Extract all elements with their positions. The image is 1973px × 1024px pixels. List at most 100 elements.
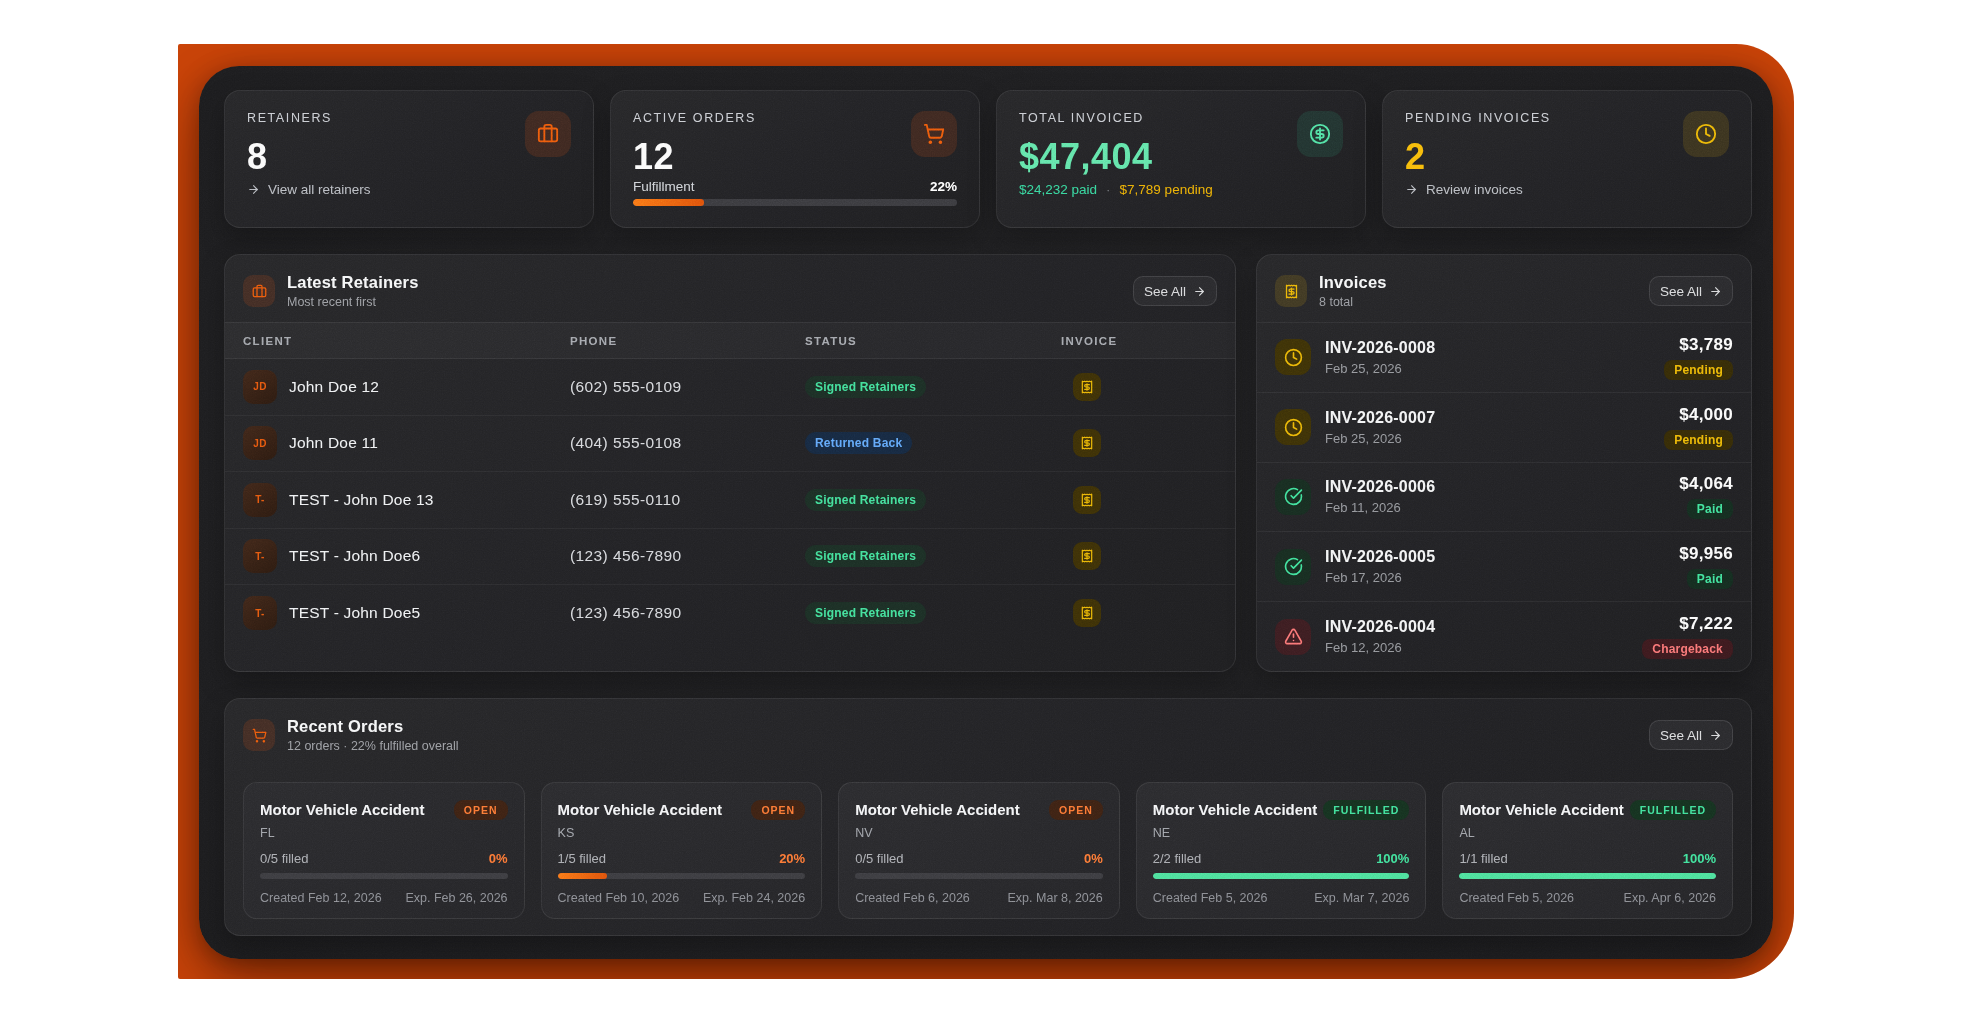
stat-link[interactable]: View all retainers (247, 182, 371, 197)
order-progressbar (1459, 873, 1716, 879)
status-badge: Signed Retainers (805, 376, 926, 398)
order-card[interactable]: Motor Vehicle Accident OPEN FL 0/5 fille… (243, 782, 525, 919)
order-expires: Exp. Apr 6, 2026 (1624, 890, 1716, 906)
clock-icon (1275, 339, 1311, 375)
order-card[interactable]: Motor Vehicle Accident OPEN KS 1/5 fille… (541, 782, 823, 919)
client-cell: T- TEST - John Doe 13 (225, 483, 570, 517)
invoice-cell (1061, 429, 1235, 457)
avatar: T- (243, 596, 277, 630)
invoice-doc-icon[interactable] (1073, 429, 1101, 457)
invoice-row[interactable]: INV-2026-0008 Feb 25, 2026 $3,789 Pendin… (1257, 322, 1751, 392)
recent-orders-section: Recent Orders 12 orders · 22% fulfilled … (224, 698, 1752, 936)
client-name: TEST - John Doe 13 (289, 491, 434, 509)
retainers-see-all-button[interactable]: See All (1133, 276, 1217, 306)
cart-icon (911, 111, 957, 157)
cart-icon (923, 123, 945, 145)
invoice-id: INV-2026-0007 (1325, 409, 1650, 427)
order-expires: Exp. Mar 7, 2026 (1314, 890, 1409, 906)
separator-dot: · (1106, 182, 1111, 197)
order-card[interactable]: Motor Vehicle Accident FULFILLED AL 1/1 … (1442, 782, 1733, 919)
invoice-right: $9,956 Paid (1679, 544, 1733, 589)
invoice-row[interactable]: INV-2026-0004 Feb 12, 2026 $7,222 Charge… (1257, 601, 1751, 671)
order-card-top: Motor Vehicle Accident OPEN (855, 800, 1103, 820)
order-card-top: Motor Vehicle Accident FULFILLED (1459, 800, 1716, 820)
invoice-doc-icon[interactable] (1073, 599, 1101, 627)
receipt-icon (1080, 493, 1094, 507)
invoice-status-badge: Pending (1664, 430, 1733, 450)
retainers-table-body: JD John Doe 12 (602) 555-0109 Signed Ret… (225, 359, 1235, 642)
status-cell: Signed Retainers (805, 545, 1061, 567)
order-created: Created Feb 12, 2026 (260, 890, 382, 906)
retainers-subtitle: Most recent first (287, 295, 1121, 309)
invoice-row[interactable]: INV-2026-0006 Feb 11, 2026 $4,064 Paid (1257, 462, 1751, 532)
client-phone: (619) 555-0110 (570, 491, 805, 509)
stat-link[interactable]: Review invoices (1405, 182, 1523, 197)
invoice-status-badge: Paid (1687, 499, 1733, 519)
check-circle-icon (1275, 479, 1311, 515)
order-status-badge: FULFILLED (1323, 800, 1409, 820)
order-fill-row: 0/5 filled 0% (260, 851, 508, 867)
receipt-icon (1275, 275, 1307, 307)
retainer-row[interactable]: T- TEST - John Doe6 (123) 456-7890 Signe… (225, 529, 1235, 586)
clock-icon (1695, 123, 1717, 145)
invoice-right: $4,064 Paid (1679, 474, 1733, 519)
client-phone: (123) 456-7890 (570, 547, 805, 565)
briefcase-icon (243, 275, 275, 307)
order-status-badge: OPEN (1049, 800, 1103, 820)
col-client: CLIENT (225, 335, 570, 347)
invoice-cell (1061, 599, 1235, 627)
see-all-label: See All (1144, 284, 1186, 299)
clock-icon (1683, 111, 1729, 157)
invoice-row[interactable]: INV-2026-0005 Feb 17, 2026 $9,956 Paid (1257, 531, 1751, 601)
invoice-id: INV-2026-0005 (1325, 548, 1665, 566)
order-title: Motor Vehicle Accident (558, 801, 722, 819)
status-cell: Signed Retainers (805, 376, 1061, 398)
col-status: STATUS (805, 335, 1061, 347)
retainer-row[interactable]: T- TEST - John Doe5 (123) 456-7890 Signe… (225, 585, 1235, 642)
order-dates: Created Feb 6, 2026 Exp. Mar 8, 2026 (855, 890, 1103, 906)
order-fill-row: 1/5 filled 20% (558, 851, 806, 867)
invoice-amount: $9,956 (1679, 544, 1733, 564)
invoice-row[interactable]: INV-2026-0007 Feb 25, 2026 $4,000 Pendin… (1257, 392, 1751, 462)
order-card-top: Motor Vehicle Accident OPEN (558, 800, 806, 820)
invoice-doc-icon[interactable] (1073, 542, 1101, 570)
col-invoice: INVOICE (1061, 335, 1235, 347)
fulfillment-progressbar (633, 199, 957, 206)
invoice-id: INV-2026-0006 (1325, 478, 1665, 496)
check-circle-icon (1275, 549, 1311, 585)
order-created: Created Feb 5, 2026 (1153, 890, 1268, 906)
invoice-status-badge: Pending (1664, 360, 1733, 380)
order-title: Motor Vehicle Accident (1153, 801, 1317, 819)
order-fill-row: 0/5 filled 0% (855, 851, 1103, 867)
stat-value: 8 (247, 136, 571, 178)
order-card[interactable]: Motor Vehicle Accident OPEN NV 0/5 fille… (838, 782, 1120, 919)
invoice-date: Feb 12, 2026 (1325, 640, 1628, 655)
order-state: NE (1153, 826, 1410, 840)
orders-see-all-button[interactable]: See All (1649, 720, 1733, 750)
retainer-row[interactable]: JD John Doe 11 (404) 555-0108 Returned B… (225, 416, 1235, 473)
order-card[interactable]: Motor Vehicle Accident FULFILLED NE 2/2 … (1136, 782, 1427, 919)
status-cell: Signed Retainers (805, 602, 1061, 624)
order-progressbar (855, 873, 1103, 879)
avatar: T- (243, 483, 277, 517)
invoice-doc-icon[interactable] (1073, 486, 1101, 514)
see-all-label: See All (1660, 284, 1702, 299)
order-percent: 100% (1376, 851, 1409, 867)
invoices-section: Invoices 8 total See All INV-2026-0008 F… (1256, 254, 1752, 672)
order-state: FL (260, 826, 508, 840)
client-cell: T- TEST - John Doe6 (225, 539, 570, 573)
invoice-doc-icon[interactable] (1073, 373, 1101, 401)
receipt-icon (1080, 436, 1094, 450)
receipt-icon (1080, 549, 1094, 563)
invoices-title: Invoices (1319, 273, 1637, 292)
invoice-main: INV-2026-0005 Feb 17, 2026 (1325, 548, 1665, 585)
retainer-row[interactable]: JD John Doe 12 (602) 555-0109 Signed Ret… (225, 359, 1235, 416)
invoice-id: INV-2026-0008 (1325, 339, 1650, 357)
avatar: JD (243, 426, 277, 460)
briefcase-icon (537, 123, 559, 145)
invoices-see-all-button[interactable]: See All (1649, 276, 1733, 306)
retainer-row[interactable]: T- TEST - John Doe 13 (619) 555-0110 Sig… (225, 472, 1235, 529)
mid-row: Latest Retainers Most recent first See A… (224, 254, 1752, 672)
invoice-date: Feb 25, 2026 (1325, 431, 1650, 446)
order-fill-row: 2/2 filled 100% (1153, 851, 1410, 867)
